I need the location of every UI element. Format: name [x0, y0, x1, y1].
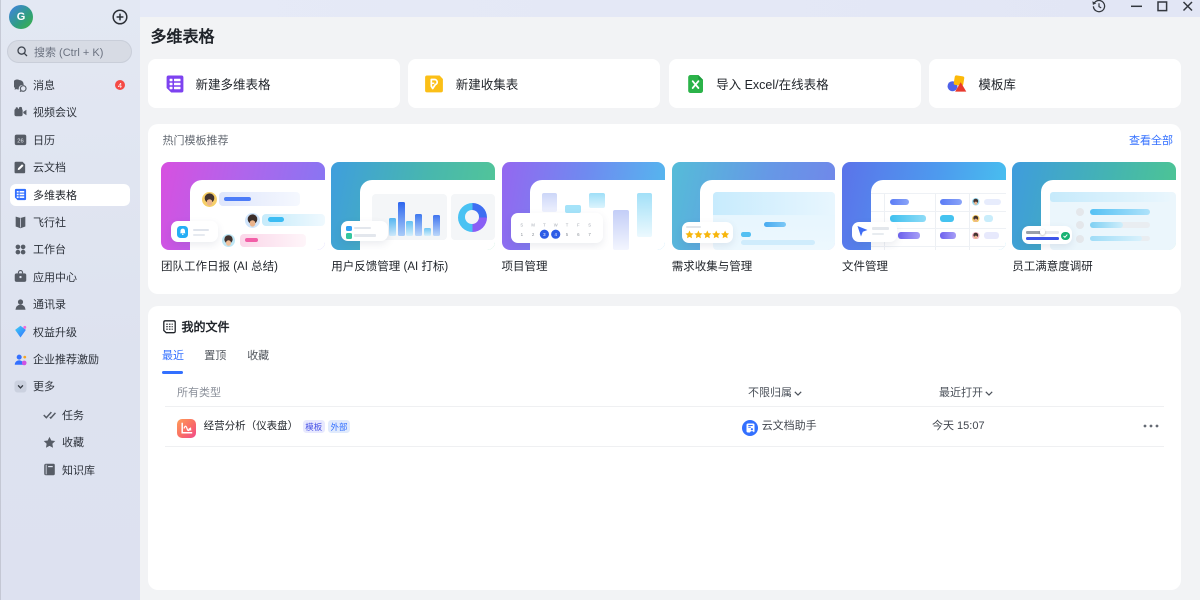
svg-text:5: 5 — [566, 232, 569, 237]
svg-text:F: F — [577, 223, 580, 228]
svg-text:7: 7 — [589, 232, 592, 237]
svg-text:W: W — [554, 223, 558, 228]
svg-text:1: 1 — [521, 232, 524, 237]
svg-text:T: T — [566, 223, 569, 228]
svg-text:26: 26 — [17, 139, 23, 145]
svg-text:2: 2 — [532, 232, 535, 237]
svg-text:S: S — [588, 223, 591, 228]
svg-text:M: M — [532, 223, 536, 228]
svg-text:S: S — [521, 223, 524, 228]
svg-text:6: 6 — [577, 232, 580, 237]
svg-text:T: T — [543, 223, 546, 228]
